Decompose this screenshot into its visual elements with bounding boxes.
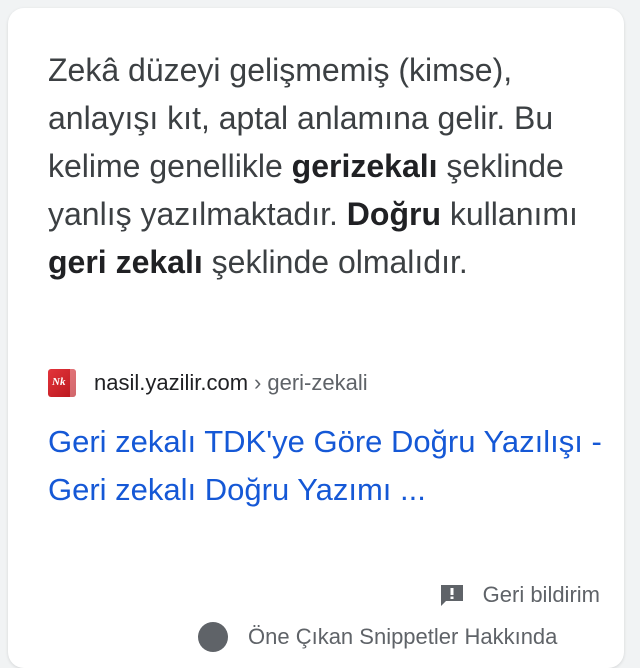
breadcrumb-separator: ›: [254, 370, 262, 395]
site-favicon-icon: Nk: [48, 369, 76, 397]
snippet-text-part-3: kullanımı: [440, 196, 578, 232]
feedback-flag-icon: [440, 585, 463, 606]
source-citation[interactable]: Nk nasil.yazilir.com › geri-zekali: [48, 366, 368, 400]
feedback-label: Geri bildirim: [482, 582, 600, 607]
about-label: Öne Çıkan Snippetler Hakkında: [248, 624, 558, 649]
snippet-highlight-gerizekali: gerizekalı: [291, 148, 438, 184]
about-featured-snippets-link[interactable]: Öne Çıkan Snippetler Hakkında: [198, 622, 557, 652]
snippet-text-part-4: şeklinde olmalıdır.: [202, 244, 468, 280]
favicon-letters: Nk: [52, 376, 66, 388]
result-title-link[interactable]: Geri zekalı TDK'ye Göre Doğru Yazılışı -…: [48, 418, 608, 514]
help-circle-icon: [198, 622, 228, 652]
snippet-text: Zekâ düzeyi gelişmemiş (kimse), anlayışı…: [48, 46, 608, 286]
feedback-button[interactable]: Geri bildirim: [439, 582, 600, 608]
source-path[interactable]: geri-zekali: [267, 370, 367, 396]
source-domain[interactable]: nasil.yazilir.com: [94, 370, 248, 396]
snippet-highlight-dogru: Doğru: [346, 196, 441, 232]
featured-snippet-card: Zekâ düzeyi gelişmemiş (kimse), anlayışı…: [8, 8, 624, 668]
snippet-highlight-geri-zekali: geri zekalı: [48, 244, 203, 280]
